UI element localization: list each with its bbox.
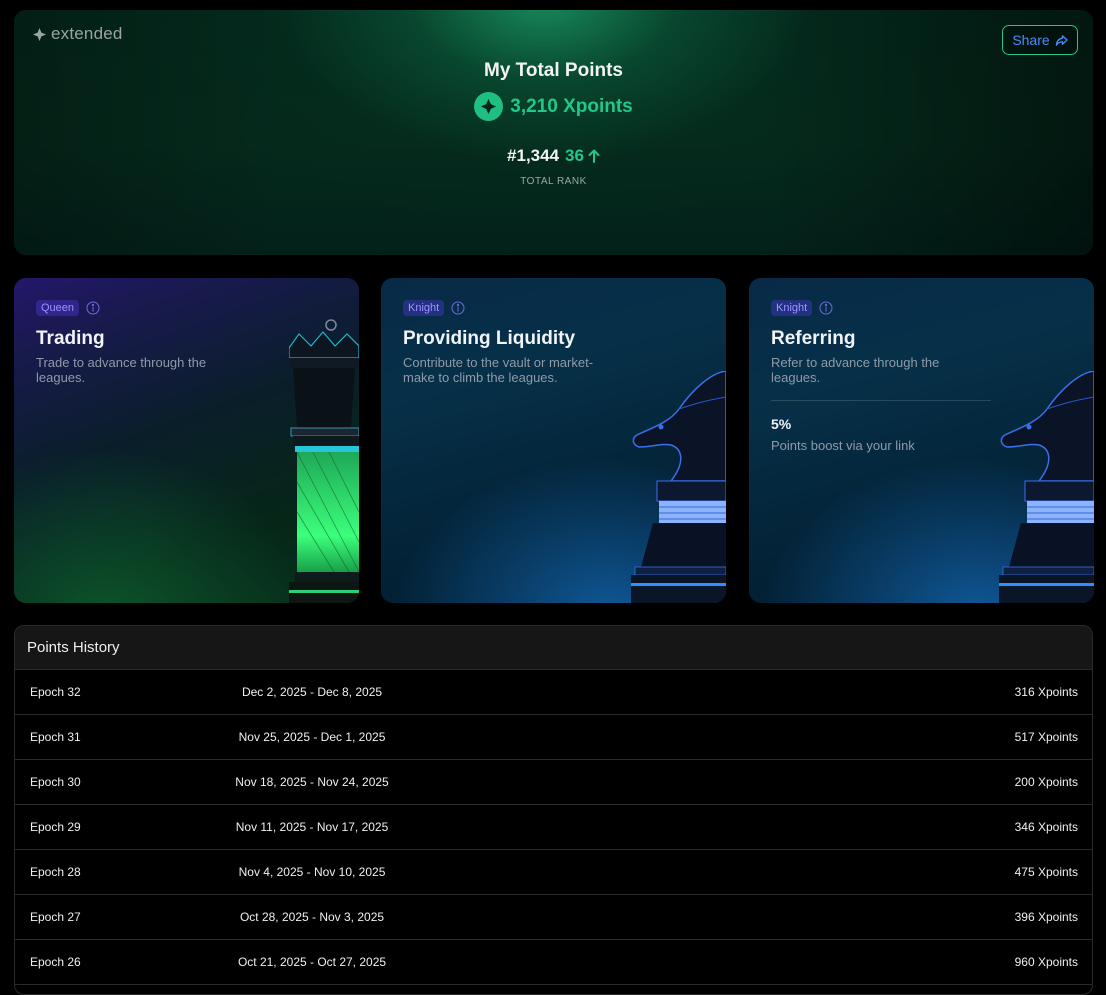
table-row: Epoch 29 Nov 11, 2025 - Nov 17, 2025 346… [15,805,1092,850]
total-points-panel: extended Share My Total Points 3,210 Xpo… [14,10,1093,255]
points-cell: 960 Xpoints [1014,955,1078,969]
share-arrow-icon [1055,34,1068,46]
points-cell: 396 Xpoints [1014,910,1078,924]
table-row: Epoch 30 Nov 18, 2025 - Nov 24, 2025 200… [15,760,1092,805]
table-row: Epoch 31 Nov 25, 2025 - Dec 1, 2025 517 … [15,715,1092,760]
epoch-cell: Epoch 26 [30,955,81,969]
epoch-cell: Epoch 30 [30,775,81,789]
table-row: Epoch 26 Oct 21, 2025 - Oct 27, 2025 960… [15,940,1092,985]
arrow-up-icon [588,149,600,163]
rank-change-value: 36 [565,146,584,165]
points-cell: 475 Xpoints [1014,865,1078,879]
date-range-cell: Oct 28, 2025 - Nov 3, 2025 [239,910,385,924]
table-row: Epoch 27 Oct 28, 2025 - Nov 3, 2025 396 … [15,895,1092,940]
points-cell: 346 Xpoints [1014,820,1078,834]
rank-change: 36 [565,146,600,166]
divider [771,400,991,401]
points-history-table: Points History Epoch 32 Dec 2, 2025 - De… [14,625,1093,995]
points-value: 3,210 Xpoints [510,95,633,117]
points-summary: My Total Points 3,210 Xpoints #1,344 36 … [14,60,1093,187]
extended-logo[interactable]: extended [32,24,123,44]
knight-chess-piece [631,371,726,603]
league-tag: Knight [771,300,813,316]
league-description: Refer to advance through the leagues. [771,355,940,385]
logo-text: extended [51,24,123,43]
share-button[interactable]: Share [1002,25,1078,55]
share-label: Share [1012,32,1050,48]
league-description: Trade to advance through the leagues. [36,355,207,385]
epoch-cell: Epoch 32 [30,685,81,699]
league-card-referring[interactable]: Knight Referring Refer to advance throug… [749,278,1094,603]
xpoints-icon [474,92,504,121]
table-row: Epoch 28 Nov 4, 2025 - Nov 10, 2025 475 … [15,850,1092,895]
date-range-cell: Nov 18, 2025 - Nov 24, 2025 [235,775,389,789]
points-history-title: Points History [15,626,1092,670]
info-icon[interactable] [86,301,100,315]
epoch-cell: Epoch 28 [30,865,81,879]
points-cell: 200 Xpoints [1014,775,1078,789]
league-title: Referring [771,328,856,349]
date-range-cell: Nov 4, 2025 - Nov 10, 2025 [238,865,386,879]
points-cell: 517 Xpoints [1014,730,1078,744]
queen-chess-piece [289,319,359,603]
league-tag: Knight [403,300,445,316]
rank-value: #1,344 [507,146,560,165]
referral-boost-value: 5% [771,416,792,432]
points-cell: 316 Xpoints [1014,685,1078,699]
epoch-cell: Epoch 31 [30,730,81,744]
date-range-cell: Nov 25, 2025 - Dec 1, 2025 [238,730,386,744]
total-points: 3,210 Xpoints [474,92,633,121]
league-description: Contribute to the vault or market-make t… [403,355,594,385]
info-icon[interactable] [819,301,833,315]
epoch-cell: Epoch 27 [30,910,81,924]
page-title: My Total Points [484,60,623,81]
date-range-cell: Oct 21, 2025 - Oct 27, 2025 [237,955,387,969]
league-card-liquidity[interactable]: Knight Providing Liquidity Contribute to… [381,278,726,603]
league-tag: Queen [36,300,80,316]
table-row: Epoch 32 Dec 2, 2025 - Dec 8, 2025 316 X… [15,670,1092,715]
epoch-cell: Epoch 29 [30,820,81,834]
league-title: Providing Liquidity [403,328,576,349]
referral-boost-label: Points boost via your link [771,438,915,453]
info-icon[interactable] [451,301,465,315]
league-title: Trading [36,328,105,349]
date-range-cell: Nov 11, 2025 - Nov 17, 2025 [235,820,389,834]
extended-logo-icon [32,27,47,41]
rank-label: TOTAL RANK [520,176,587,187]
date-range-cell: Dec 2, 2025 - Dec 8, 2025 [241,685,383,699]
knight-chess-piece [999,371,1094,603]
rank-row: #1,344 36 [507,146,600,166]
league-card-trading[interactable]: Queen Trading Trade to advance through t… [14,278,359,603]
